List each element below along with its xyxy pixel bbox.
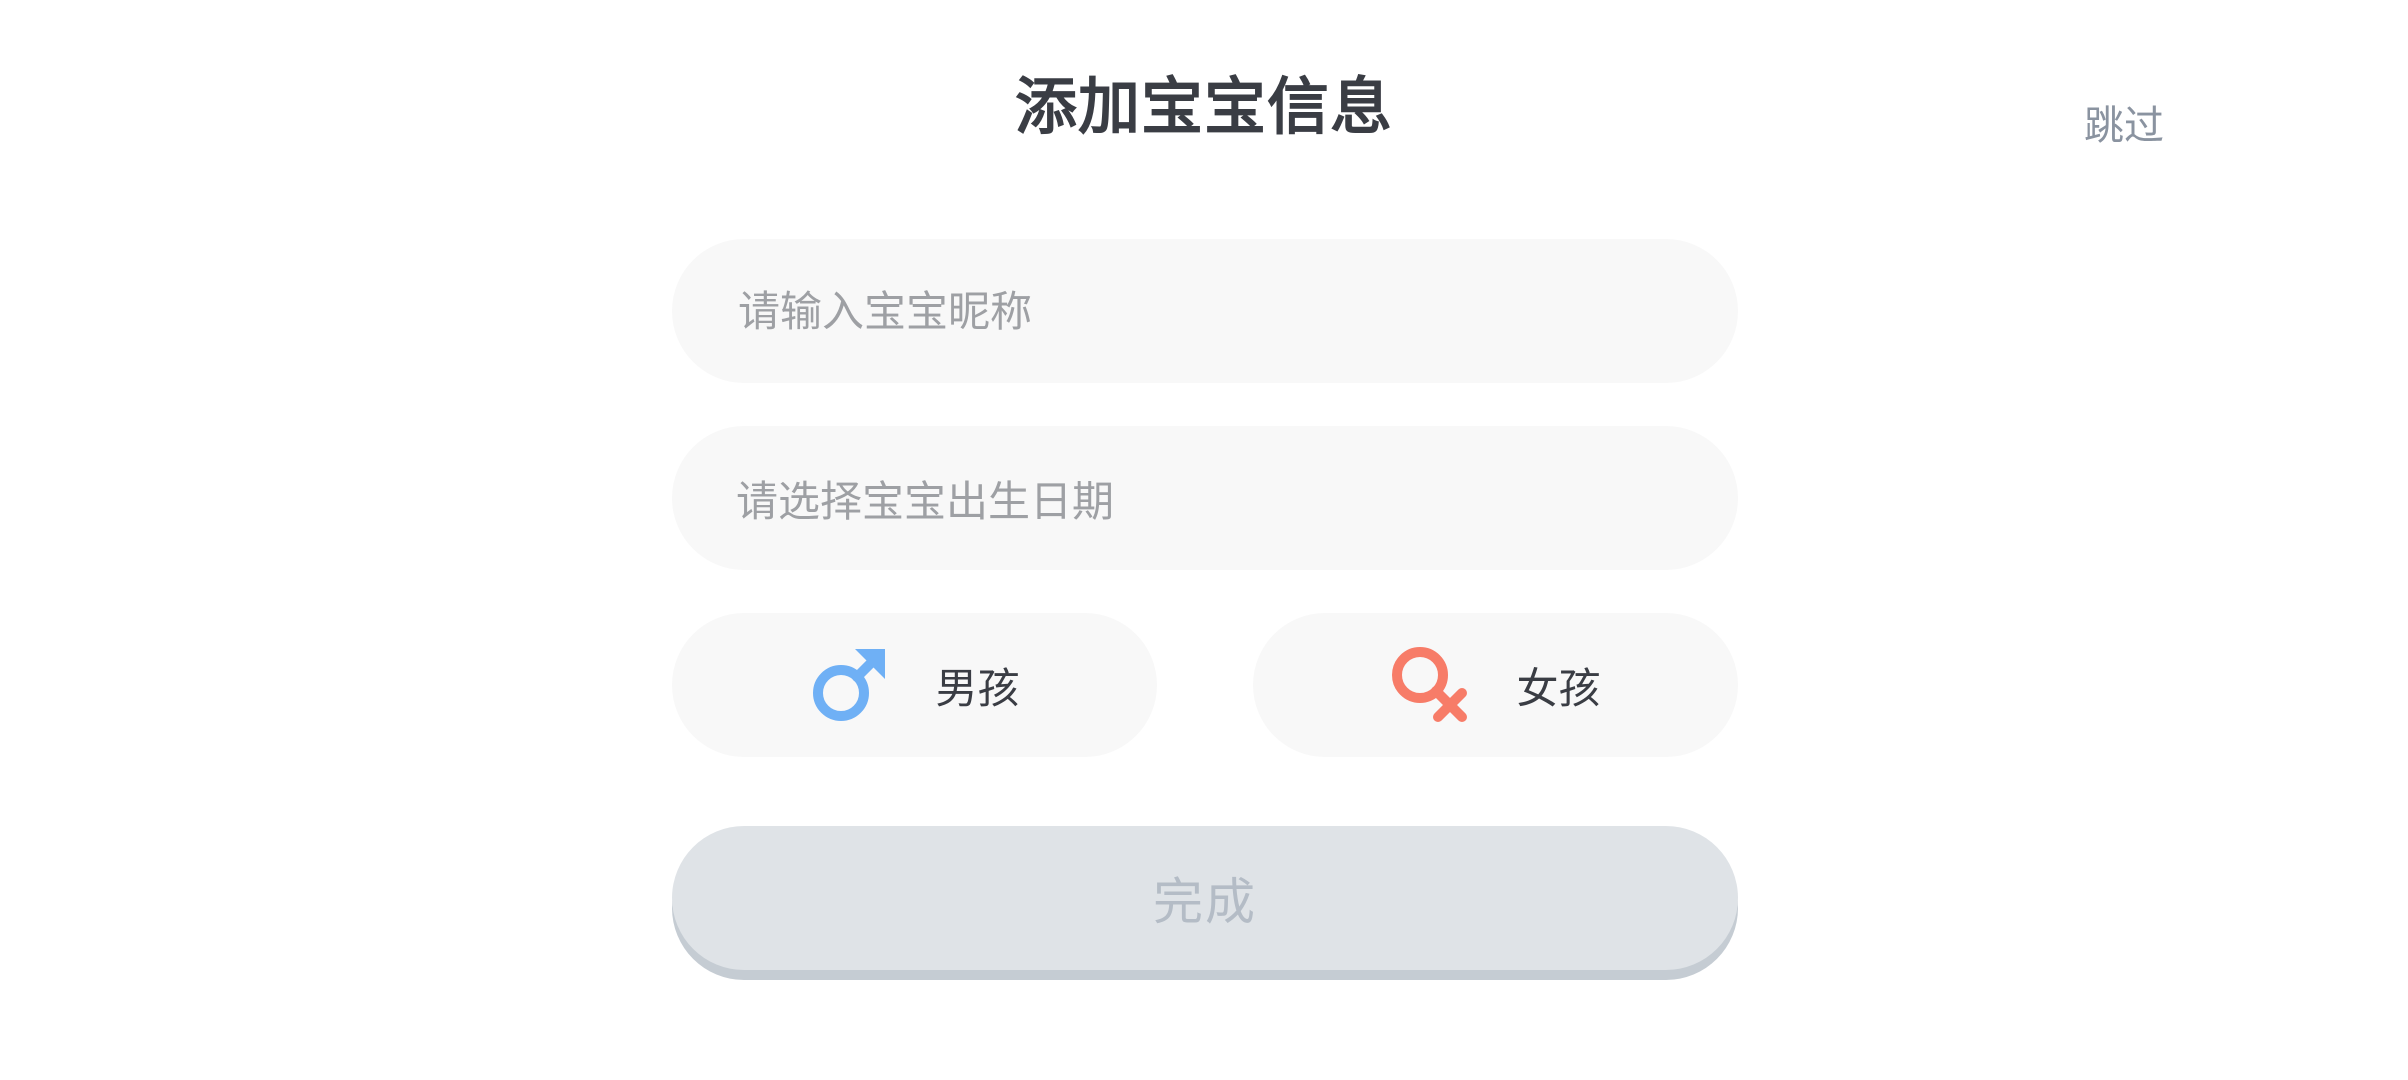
gender-label-boy: 男孩 bbox=[935, 663, 1020, 713]
gender-option-girl[interactable]: 女孩 bbox=[1253, 613, 1738, 757]
birthday-picker[interactable]: 请选择宝宝出生日期 bbox=[672, 426, 1738, 570]
birthday-placeholder: 请选择宝宝出生日期 bbox=[736, 476, 1115, 526]
nickname-input[interactable] bbox=[736, 285, 1738, 337]
female-symbol-icon bbox=[1390, 645, 1470, 725]
page-title: 添加宝宝信息 bbox=[1014, 70, 1393, 143]
submit-button[interactable]: 完成 bbox=[672, 826, 1738, 970]
male-symbol-icon bbox=[809, 645, 889, 725]
gender-label-girl: 女孩 bbox=[1516, 663, 1601, 713]
add-baby-info-page: 添加宝宝信息 跳过 请选择宝宝出生日期 男孩 女孩 完成 bbox=[0, 0, 2408, 1080]
skip-button[interactable]: 跳过 bbox=[2084, 98, 2164, 154]
nickname-field[interactable] bbox=[672, 239, 1738, 383]
gender-option-boy[interactable]: 男孩 bbox=[672, 613, 1157, 757]
